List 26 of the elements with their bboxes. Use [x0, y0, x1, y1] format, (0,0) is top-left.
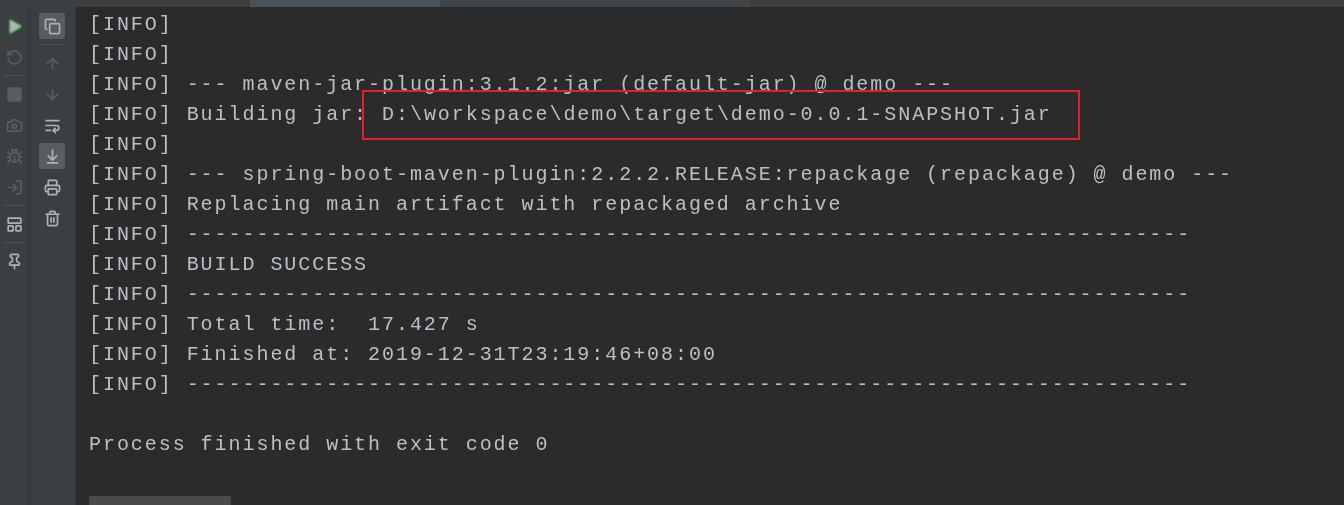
scrollbar-thumb[interactable]	[89, 496, 231, 505]
console-line: [INFO] Replacing main artifact with repackaged archive	[89, 193, 843, 216]
windows-button[interactable]	[39, 13, 65, 39]
printer-icon	[43, 178, 61, 196]
bug-icon	[5, 147, 23, 165]
console-line: [INFO]	[89, 13, 173, 36]
windows-icon	[43, 17, 61, 35]
console-line: [INFO] Finished at: 2019-12-31T23:19:46+08:00	[89, 343, 717, 366]
trash-icon	[43, 209, 61, 227]
console-line: [INFO] Total time: 17.427 s	[89, 313, 480, 336]
console-line: [INFO] --- spring-boot-maven-plugin:2.2.2.RELEASE:repackage (repackage) @ demo ---	[89, 163, 1234, 186]
stop-icon	[5, 85, 23, 103]
console-line: [INFO] ------------------------------------------------------------------------	[89, 373, 1192, 396]
console-line: [INFO] ------------------------------------------------------------------------	[89, 223, 1192, 246]
console-line: [INFO]	[89, 133, 173, 156]
layout-icon	[5, 215, 23, 233]
login-icon	[5, 178, 23, 196]
camera-icon	[5, 116, 23, 134]
console-line: [INFO]	[89, 43, 173, 66]
rerun-icon	[5, 48, 23, 66]
exit-message: Process finished with exit code 0	[89, 433, 550, 456]
console-line: [INFO] BUILD SUCCESS	[89, 253, 369, 276]
scroll-end-button[interactable]	[39, 143, 65, 169]
console-path: D:\workspace\demo\target\demo-0.0.1-SNAPSHOT.jar	[382, 103, 1052, 126]
console-line: [INFO] Building jar:	[89, 103, 369, 126]
console-line: [INFO] ------------------------------------------------------------------------	[89, 283, 1192, 306]
